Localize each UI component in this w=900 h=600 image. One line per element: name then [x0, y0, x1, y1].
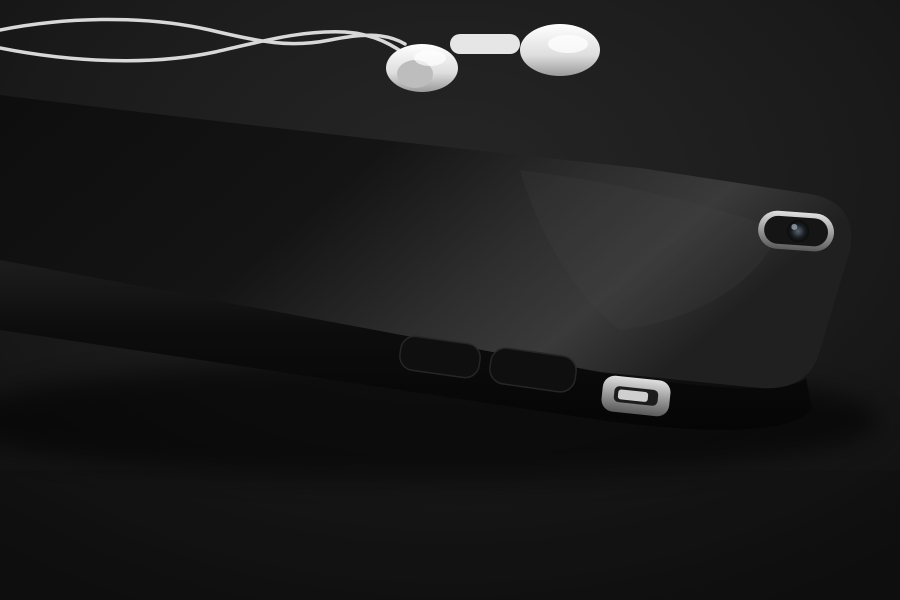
camera-cutout: [758, 210, 835, 252]
foreground-shade: [0, 470, 900, 600]
photo-scene: [0, 0, 900, 600]
photo-canvas: [0, 0, 900, 600]
earbud-right: [386, 44, 458, 92]
mute-switch-cutout: [601, 375, 671, 417]
